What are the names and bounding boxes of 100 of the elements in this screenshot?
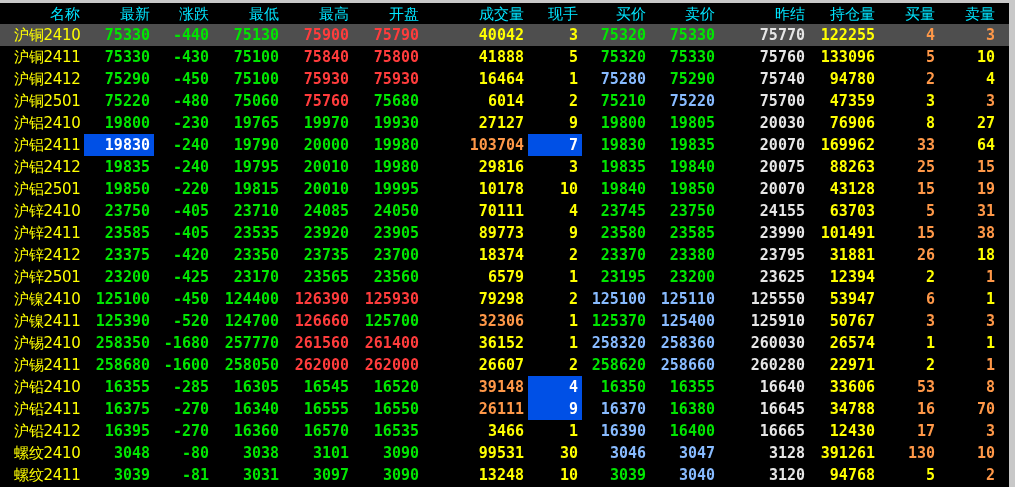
table-cell: 23580: [600, 224, 646, 242]
table-cell: 19830: [600, 136, 646, 154]
table-row[interactable]: 沪锌2410 23750 -405 23710 24085 24050 70111 4 23745 23750 24155 63703 5 31: [0, 200, 1009, 222]
table-cell: 25: [916, 158, 935, 176]
column-header[interactable]: 买价: [582, 3, 650, 24]
table-cell: 15: [976, 158, 995, 176]
column-header[interactable]: 涨跌: [154, 3, 213, 24]
table-row[interactable]: 沪锌2411 23585 -405 23535 23920 23905 89773 9 23580 23585 23990 101491 15 38: [0, 222, 1009, 244]
table-row[interactable]: 沪铝2412 19835 -240 19795 20010 19980 29816 3 19835 19840 20075 88263 25 15: [0, 156, 1009, 178]
column-header[interactable]: 卖价: [650, 3, 719, 24]
table-cell: 63703: [829, 202, 875, 220]
table-cell: 7: [568, 136, 578, 154]
contract-name: 沪铅2410: [14, 378, 81, 396]
column-header[interactable]: 现手: [528, 3, 582, 24]
table-cell: 10178: [478, 180, 524, 198]
table-row[interactable]: 沪铝2411 19830 -240 19790 20000 19980 103704 7 19830 19835 20070 169962 33 64: [0, 134, 1009, 156]
table-cell: 23170: [233, 268, 279, 286]
table-cell: 103704: [469, 136, 524, 154]
table-cell: 16305: [233, 378, 279, 396]
table-row[interactable]: 沪锌2501 23200 -425 23170 23565 23560 6579 1 23195 23200 23625 12394 2 1: [0, 266, 1009, 288]
table-cell: -285: [172, 378, 209, 396]
table-row[interactable]: 沪铅2410 16355 -285 16305 16545 16520 39148 4 16350 16355 16640 33606 53 8: [0, 376, 1009, 398]
table-cell: -240: [172, 136, 209, 154]
table-cell: 23750: [104, 202, 150, 220]
table-cell: 23560: [373, 268, 419, 286]
contract-name: 沪锌2410: [14, 202, 81, 220]
table-cell: 94768: [829, 466, 875, 484]
table-row[interactable]: 螺纹2411 3039 -81 3031 3097 3090 13248 10 3039 3040 3120 94768 5 2: [0, 464, 1009, 486]
table-cell: -450: [172, 290, 209, 308]
table-cell: 2: [925, 268, 935, 286]
table-cell: 27127: [478, 114, 524, 132]
table-cell: 2: [925, 70, 935, 88]
contract-name: 沪铝2412: [14, 158, 81, 176]
table-cell: 23535: [233, 224, 279, 242]
table-cell: 1: [985, 334, 995, 352]
table-cell: 130: [907, 444, 935, 462]
column-header[interactable]: 开盘: [353, 3, 423, 24]
contract-name: 沪锌2501: [14, 268, 81, 286]
table-cell: 19795: [233, 158, 279, 176]
table-cell: 36152: [478, 334, 524, 352]
table-cell: 3: [985, 312, 995, 330]
column-header[interactable]: 昨结: [719, 3, 809, 24]
table-cell: 23990: [759, 224, 805, 242]
column-header[interactable]: 最高: [283, 3, 353, 24]
table-cell: 3: [568, 26, 578, 44]
column-header[interactable]: 最低: [213, 3, 283, 24]
column-header[interactable]: 最新: [84, 3, 154, 24]
table-cell: -1600: [163, 356, 209, 374]
table-cell: 31: [976, 202, 995, 220]
table-cell: -80: [181, 444, 209, 462]
table-row[interactable]: 沪镍2411 125390 -520 124700 126660 125700 32306 1 125370 125400 125910 50767 3 3: [0, 310, 1009, 332]
table-row[interactable]: 沪铝2501 19850 -220 19815 20010 19995 10178 10 19840 19850 20070 43128 15 19: [0, 178, 1009, 200]
table-row[interactable]: 沪镍2410 125100 -450 124400 126390 125930 79298 2 125100 125110 125550 53947 6 1: [0, 288, 1009, 310]
table-cell: 23370: [600, 246, 646, 264]
column-header[interactable]: 卖量: [939, 3, 999, 24]
table-cell: 9: [568, 114, 578, 132]
table-cell: -405: [172, 202, 209, 220]
table-row[interactable]: 螺纹2410 3048 -80 3038 3101 3090 99531 30 3046 3047 3128 391261 130 10: [0, 442, 1009, 464]
table-cell: 23585: [104, 224, 150, 242]
table-cell: 125910: [750, 312, 805, 330]
table-row[interactable]: 沪铜2411 75330 -430 75100 75840 75800 41888 5 75320 75330 75760 133096 5 10: [0, 46, 1009, 68]
table-row[interactable]: 沪锡2410 258350 -1680 257770 261560 261400 36152 1 258320 258360 260030 26574 1 1: [0, 332, 1009, 354]
table-cell: 8: [925, 114, 935, 132]
column-header[interactable]: 持仓量: [809, 3, 879, 24]
table-cell: 4: [985, 70, 995, 88]
table-row[interactable]: 沪铅2412 16395 -270 16360 16570 16535 3466 1 16390 16400 16665 12430 17 3: [0, 420, 1009, 442]
table-cell: 5: [925, 466, 935, 484]
column-header[interactable]: 成交量: [423, 3, 528, 24]
table-cell: 75930: [303, 70, 349, 88]
table-cell: 89773: [478, 224, 524, 242]
table-cell: 23920: [303, 224, 349, 242]
table-cell: 3128: [768, 444, 805, 462]
contract-name: 沪铜2501: [14, 92, 81, 110]
table-cell: 19850: [669, 180, 715, 198]
table-cell: 125400: [660, 312, 715, 330]
table-row[interactable]: 沪锌2412 23375 -420 23350 23735 23700 18374 2 23370 23380 23795 31881 26 18: [0, 244, 1009, 266]
table-row[interactable]: 沪铜2412 75290 -450 75100 75930 75930 16464 1 75280 75290 75740 94780 2 4: [0, 68, 1009, 90]
table-cell: 38: [976, 224, 995, 242]
table-cell: 122255: [820, 26, 875, 44]
table-cell: 19805: [669, 114, 715, 132]
table-cell: 23735: [303, 246, 349, 264]
table-row[interactable]: 沪锡2411 258680 -1600 258050 262000 262000 26607 2 258620 258660 260280 22971 2 1: [0, 354, 1009, 376]
table-cell: 75930: [373, 70, 419, 88]
table-cell: 3466: [487, 422, 524, 440]
table-cell: 27: [976, 114, 995, 132]
table-cell: 23350: [233, 246, 279, 264]
table-cell: 16390: [600, 422, 646, 440]
column-header[interactable]: 买量: [879, 3, 939, 24]
table-row[interactable]: 沪铜2501 75220 -480 75060 75760 75680 6014 2 75210 75220 75700 47359 3 3: [0, 90, 1009, 112]
table-row[interactable]: 沪铅2411 16375 -270 16340 16555 16550 26111 9 16370 16380 16645 34788 16 70: [0, 398, 1009, 420]
table-cell: 75770: [759, 26, 805, 44]
table-cell: 3046: [609, 444, 646, 462]
table-cell: 258350: [95, 334, 150, 352]
table-row[interactable]: 沪铝2410 19800 -230 19765 19970 19930 27127 9 19800 19805 20030 76906 8 27: [0, 112, 1009, 134]
table-cell: 75290: [104, 70, 150, 88]
contract-name: 螺纹2411: [14, 466, 81, 484]
column-header[interactable]: 名称: [0, 3, 84, 24]
table-cell: 20010: [303, 158, 349, 176]
table-cell: 23380: [669, 246, 715, 264]
table-cell: 10: [976, 444, 995, 462]
